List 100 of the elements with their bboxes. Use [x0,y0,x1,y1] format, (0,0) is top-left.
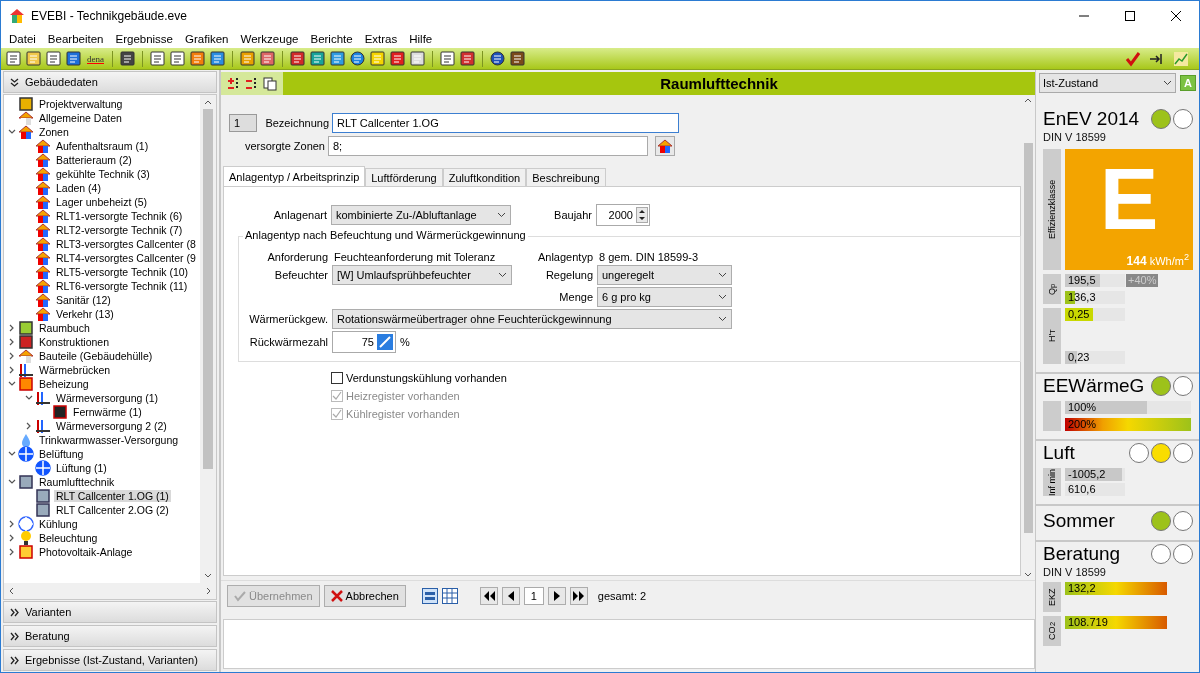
tree-item[interactable]: RLT4-versorgtes Callcenter (9 [54,252,198,264]
tab[interactable]: Zuluftkondition [442,168,527,186]
menu-item[interactable]: Werkzeuge [234,33,305,45]
tree-item[interactable]: Wärmeversorgung (1) [54,392,161,404]
tree-item[interactable]: Aufenthaltsraum (1) [54,140,151,152]
tree-item[interactable]: Zonen [37,126,71,138]
zones-field[interactable]: 8; [328,135,648,156]
page-field[interactable]: 1 [523,587,544,605]
tab[interactable]: Anlagentyp / Arbeitsprinzip [223,166,366,186]
ratio-field[interactable]: 75 [332,331,396,353]
tree-item[interactable]: Belüftung [37,448,86,460]
accordion-header[interactable]: Gebäudedaten [3,71,217,93]
tree-item[interactable]: RLT1-versorgte Technik (6) [54,210,185,222]
scroll-left-icon[interactable] [8,587,16,595]
humidifier-dropdown[interactable]: [W] Umlaufsprühbefeuchter [332,265,512,285]
tree-item[interactable]: Wärmeversorgung 2 (2) [54,420,169,432]
menu-item[interactable]: Bearbeiten [41,33,110,45]
accordion-header[interactable]: Beratung [3,625,217,647]
menu-item[interactable]: Datei [3,33,42,45]
tree-item[interactable]: Batterieraum (2) [54,154,134,166]
document-icon[interactable] [149,50,166,67]
tree-item[interactable]: Beleuchtung [37,532,100,544]
collapse-chevron-icon[interactable] [8,450,16,458]
expand-chevron-icon[interactable] [8,324,16,332]
expand-chevron-icon[interactable] [8,520,16,528]
tree-item[interactable]: Allgemeine Daten [37,112,124,124]
tree-item[interactable]: RLT2-versorgte Technik (7) [54,224,185,236]
tree-item[interactable]: RLT6-versorgte Technik (11) [54,280,190,292]
vertical-scrollbar[interactable] [200,95,216,583]
expand-chevron-icon[interactable] [8,338,16,346]
year-spinner[interactable]: 2000 [596,204,650,226]
tree-item[interactable]: Wärmebrücken [37,364,113,376]
notes-field[interactable] [223,619,1035,669]
accordion-header[interactable]: Ergebnisse (Ist-Zustand, Varianten) [3,649,217,671]
collapse-chevron-icon[interactable] [8,380,16,388]
pencil-icon[interactable] [377,334,393,350]
close-icon [1171,10,1181,21]
spinner-arrows-icon[interactable] [636,207,648,223]
table-view-icon[interactable] [441,588,458,604]
tree-item[interactable]: Trinkwarmwasser-Versorgung [37,434,181,446]
menu-item[interactable]: Ergebnisse [109,33,180,45]
remove-rows-icon[interactable] [245,76,259,91]
scenario-dropdown[interactable]: Ist-Zustand [1039,73,1176,93]
tree-item[interactable]: Raumbuch [37,322,92,334]
checkbox[interactable] [331,372,343,384]
report-icon[interactable] [439,50,456,67]
form-view-icon[interactable] [421,588,438,604]
cancel-button[interactable]: Abbrechen [323,585,406,607]
accordion-header[interactable]: Varianten [3,601,217,623]
add-rows-icon[interactable] [227,76,241,91]
scroll-up-icon[interactable] [1024,97,1032,105]
tree-item[interactable]: gekühlte Technik (3) [54,168,152,180]
menu-item[interactable]: Grafiken [179,33,235,45]
tree-item[interactable]: Photovoltaik-Anlage [37,546,135,558]
scroll-right-icon[interactable] [204,587,212,595]
tree-item[interactable]: Lager unbeheizt (5) [54,196,150,208]
expand-chevron-icon[interactable] [8,534,16,542]
tree-item[interactable]: RLT5-versorgte Technik (10) [54,266,191,278]
horizontal-scrollbar[interactable] [4,583,216,599]
tab[interactable]: Beschreibung [526,168,606,186]
tree-item[interactable]: Raumlufttechnik [37,476,117,488]
amount-dropdown[interactable]: 6 g pro kg [597,287,732,307]
collapse-chevron-icon[interactable] [8,128,16,136]
heat-recovery-dropdown[interactable]: Rotationswärmeübertrager ohne Feuchterückgewinnung [332,309,732,329]
expand-chevron-icon[interactable] [8,352,16,360]
tree-item[interactable]: RLT Callcenter 2.OG (2) [54,504,171,516]
menu-item[interactable]: Berichte [304,33,359,45]
control-dropdown[interactable]: ungeregelt [597,265,732,285]
tree-item[interactable]: Beheizung [37,378,91,390]
first-page-button[interactable] [479,587,498,605]
tree-item[interactable]: Kühlung [37,518,80,530]
new-document-icon[interactable] [5,50,22,67]
expand-chevron-icon[interactable] [8,366,16,374]
name-field[interactable]: RLT Callcenter 1.OG [332,112,679,133]
expand-chevron-icon[interactable] [25,422,33,430]
scroll-down-icon[interactable] [1024,570,1032,578]
tree-item[interactable]: Konstruktionen [37,336,112,348]
previous-page-button[interactable] [501,587,520,605]
tree-item[interactable]: Fernwärme (1) [71,406,144,418]
tree-item[interactable]: RLT Callcenter 1.OG (1) [54,490,171,502]
system-type-dropdown[interactable]: kombinierte Zu-/Abluftanlage [331,205,511,225]
next-page-button[interactable] [547,587,566,605]
tree-item[interactable]: RLT3-versorgtes Callcenter (8 [54,238,198,250]
line-chart-icon[interactable] [1173,50,1189,67]
checkmark-icon[interactable] [1125,50,1141,67]
collapse-chevron-icon[interactable] [25,394,33,402]
tab[interactable]: Luftförderung [365,168,443,186]
tree-item[interactable]: Projektverwaltung [37,98,125,110]
tree-item[interactable]: Sanitär (12) [54,294,113,306]
tree-item[interactable]: Bauteile (Gebäudehülle) [37,350,155,362]
tree-item[interactable]: Verkehr (13) [54,308,116,320]
tree-item[interactable]: Laden (4) [54,182,103,194]
last-page-button[interactable] [569,587,588,605]
field-label: versorgte Zonen [243,139,326,152]
menu-item[interactable]: Extras [358,33,404,45]
collapse-chevron-icon[interactable] [8,478,16,486]
tree-item[interactable]: Lüftung (1) [54,462,109,474]
expand-chevron-icon[interactable] [8,548,16,556]
toolbar-button[interactable]: dena [85,53,106,64]
menu-item[interactable]: Hilfe [403,33,439,45]
